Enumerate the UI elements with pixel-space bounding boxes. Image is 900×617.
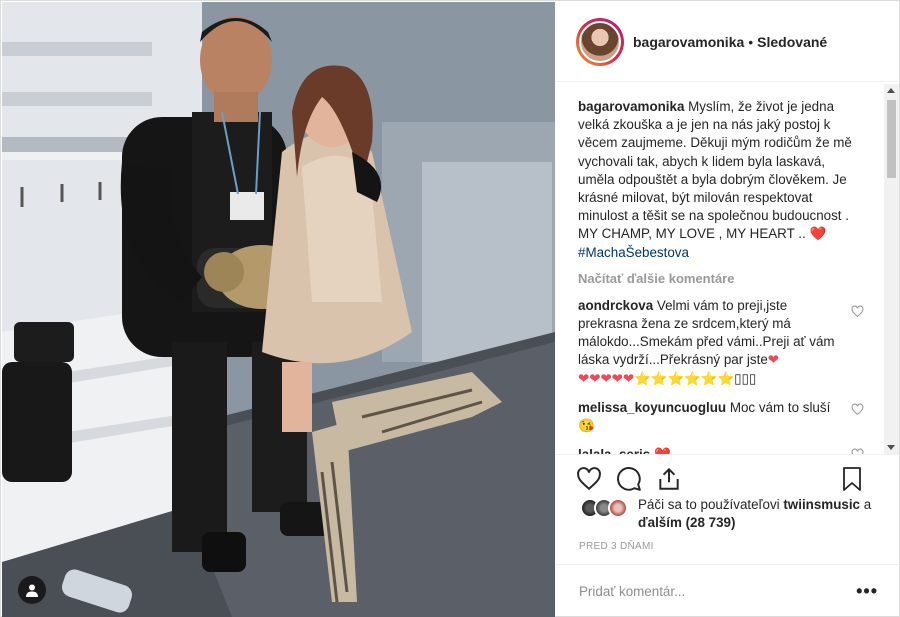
share-arrow-icon [659, 467, 679, 490]
comment-hearts-emoji: ❤❤❤❤❤ [578, 370, 635, 386]
comments-list[interactable]: bagarovamonika Myslím, že život je jedna… [556, 84, 900, 454]
user-tag-button[interactable] [18, 576, 46, 604]
comment-like-icon[interactable] [851, 305, 864, 318]
likes-user-link[interactable]: twiinsmusic [783, 497, 860, 512]
caption: bagarovamonika Myslím, že život je jedna… [578, 98, 864, 262]
comment-username[interactable]: lalala_seris [578, 447, 650, 454]
likes-middle: a [860, 497, 872, 512]
like-button[interactable] [576, 466, 602, 492]
post-sidebar: bagarovamonika • Sledované bagarovamonik… [556, 2, 900, 617]
post-modal: bagarovamonika • Sledované bagarovamonik… [0, 0, 900, 617]
comment-item: aondrckova Velmi vám to preji,jste prekr… [578, 297, 864, 388]
comment-username[interactable]: melissa_koyuncuogluu [578, 400, 726, 415]
comment-button[interactable] [616, 466, 642, 492]
share-button[interactable] [656, 466, 682, 492]
post-timestamp[interactable]: PRED 3 DŇAMI [579, 541, 654, 552]
comment-item: lalala_seris ❤️ [578, 446, 864, 454]
scroll-down-arrow-icon[interactable] [887, 445, 895, 450]
comment-stars-emoji: ⭐⭐⭐⭐⭐⭐ [634, 370, 735, 386]
heart-outline-icon [577, 466, 601, 490]
add-comment-section: ••• [556, 564, 900, 617]
speech-bubble-icon [617, 466, 641, 491]
bookmark-icon [843, 466, 861, 491]
more-options-button[interactable]: ••• [856, 581, 878, 602]
post-actions-bar [556, 454, 900, 502]
likes-summary: Páči sa to používateľovi twiinsmusic a ď… [580, 496, 880, 532]
caption-username[interactable]: bagarovamonika [578, 99, 684, 114]
comment-text: Moc vám to sluší [729, 399, 831, 415]
likes-others-link[interactable]: ďalším (28 739) [638, 515, 735, 530]
caption-text: Myslím, že život je jedna velká zkouška … [578, 99, 852, 242]
post-header: bagarovamonika • Sledované [556, 2, 900, 82]
author-username[interactable]: bagarovamonika [633, 34, 744, 50]
comment-emoji: 😘 [578, 418, 595, 434]
comment-emoji: ❤️ [654, 447, 671, 454]
liker-avatar[interactable] [608, 498, 628, 518]
comment-username[interactable]: aondrckova [578, 298, 653, 313]
author-avatar[interactable] [576, 17, 624, 66]
author-avatar-image [579, 20, 621, 63]
photo-illustration [2, 2, 555, 617]
comment-trailing-glyphs: ▯▯▯ [734, 370, 757, 386]
comments-scrollbar[interactable] [884, 84, 899, 454]
header-separator: • [748, 33, 754, 50]
likes-prefix: Páči sa to používateľovi [638, 497, 784, 512]
user-tag-icon [26, 584, 38, 597]
save-button[interactable] [840, 466, 864, 492]
likes-text: Páči sa to používateľovi twiinsmusic a ď… [638, 496, 880, 532]
scroll-up-arrow-icon[interactable] [887, 88, 895, 93]
post-photo[interactable] [2, 2, 555, 617]
liker-avatars [580, 496, 636, 520]
caption-heart-emoji: ❤️ [809, 226, 827, 242]
load-more-comments-button[interactable]: Načítať ďalšie komentáre [578, 271, 864, 286]
comment-like-icon[interactable] [851, 403, 864, 416]
follow-status-button[interactable]: Sledované [757, 34, 827, 50]
scroll-thumb[interactable] [887, 100, 896, 178]
caption-hashtag[interactable]: #MachaŠebestova [578, 245, 689, 260]
comment-heart-emoji: ❤ [767, 352, 779, 368]
comment-item: melissa_koyuncuogluu Moc vám to sluší 😘 [578, 399, 864, 435]
add-comment-input[interactable] [579, 583, 857, 599]
